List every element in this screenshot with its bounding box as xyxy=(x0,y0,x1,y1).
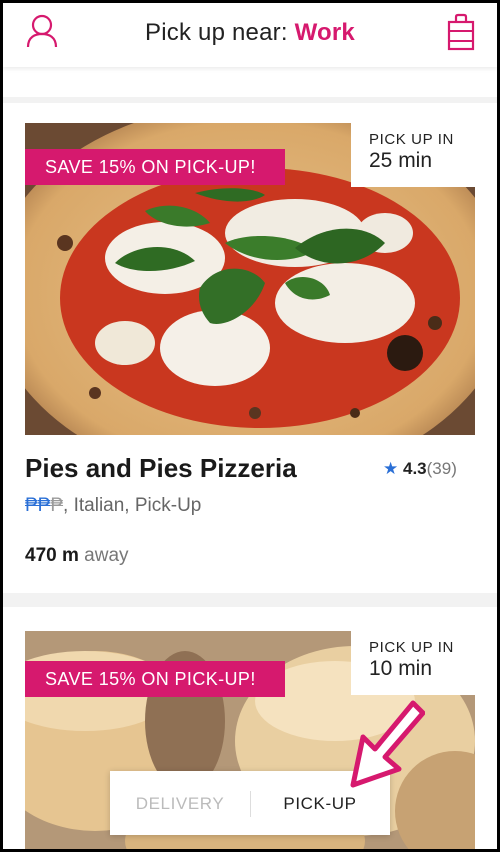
price-level-inactive: ₱ xyxy=(50,495,64,516)
cuisine-tags: , Italian, Pick-Up xyxy=(63,495,202,516)
pickup-time-label: PICK UP IN xyxy=(369,131,454,148)
promo-badge: SAVE 15% ON PICK-UP! xyxy=(25,661,285,697)
pickup-time-label: PICK UP IN xyxy=(369,639,454,656)
header-strip xyxy=(3,67,497,97)
star-icon: ★ xyxy=(383,459,399,478)
top-bar: Pick up near: Work xyxy=(3,3,497,67)
pointer-arrow-icon xyxy=(350,700,425,788)
distance-suffix: away xyxy=(78,545,129,566)
shopping-bag-icon[interactable] xyxy=(447,13,475,51)
distance: 470 m away xyxy=(25,545,129,567)
rating: ★ 4.3(39) xyxy=(383,459,457,479)
pickup-time-value: 25 min xyxy=(369,149,433,172)
promo-badge: SAVE 15% ON PICK-UP! xyxy=(25,149,285,185)
restaurant-card[interactable]: SAVE 15% ON PICK-UP! PICK UP IN 25 min P… xyxy=(3,103,497,593)
page-title[interactable]: Pick up near: Work xyxy=(3,19,497,47)
price-level-active: ₱₱ xyxy=(25,495,51,516)
pickup-time-value: 10 min xyxy=(369,657,433,680)
rating-score: 4.3 xyxy=(402,459,427,478)
title-prefix: Pick up near: xyxy=(145,19,288,46)
app-screen: Pick up near: Work SAVE 15% ON PICK-UP! … xyxy=(3,3,497,849)
pickup-time-box: PICK UP IN 25 min xyxy=(351,123,475,187)
delivery-option[interactable]: DELIVERY xyxy=(110,771,250,835)
location-selector[interactable]: Work xyxy=(295,19,355,46)
distance-value: 470 m xyxy=(25,545,79,566)
restaurant-name[interactable]: Pies and Pies Pizzeria xyxy=(25,453,297,484)
restaurant-meta: ₱₱₱, Italian, Pick-Up xyxy=(25,495,201,517)
pickup-time-box: PICK UP IN 10 min xyxy=(351,631,475,695)
rating-count: (39) xyxy=(426,459,457,478)
